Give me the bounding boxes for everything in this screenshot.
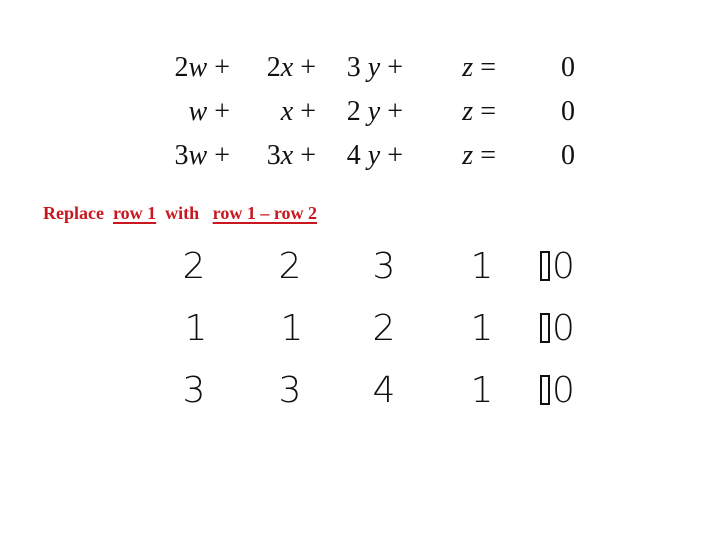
matrix-cell: 3 <box>278 370 302 411</box>
matrix-cell: 2 <box>182 246 206 287</box>
matrix-cell: 2 <box>372 308 396 349</box>
missing-glyph-icon <box>540 375 550 405</box>
missing-glyph-icon <box>540 313 550 343</box>
matrix-cell: 1 <box>280 308 304 349</box>
augmented-matrix: 2 2 3 1 0 1 1 2 1 0 3 3 4 1 0 <box>0 0 720 540</box>
missing-glyph-icon <box>540 251 550 281</box>
matrix-cell: 4 <box>372 370 396 411</box>
matrix-rhs-cell: 0 <box>540 308 575 349</box>
matrix-cell: 3 <box>372 246 396 287</box>
matrix-cell: 1 <box>184 308 208 349</box>
matrix-rhs-cell: 0 <box>540 370 575 411</box>
matrix-cell: 1 <box>470 308 494 349</box>
matrix-cell: 2 <box>278 246 302 287</box>
matrix-cell: 1 <box>470 370 494 411</box>
matrix-rhs-cell: 0 <box>540 246 575 287</box>
matrix-cell: 3 <box>182 370 206 411</box>
matrix-cell: 1 <box>470 246 494 287</box>
